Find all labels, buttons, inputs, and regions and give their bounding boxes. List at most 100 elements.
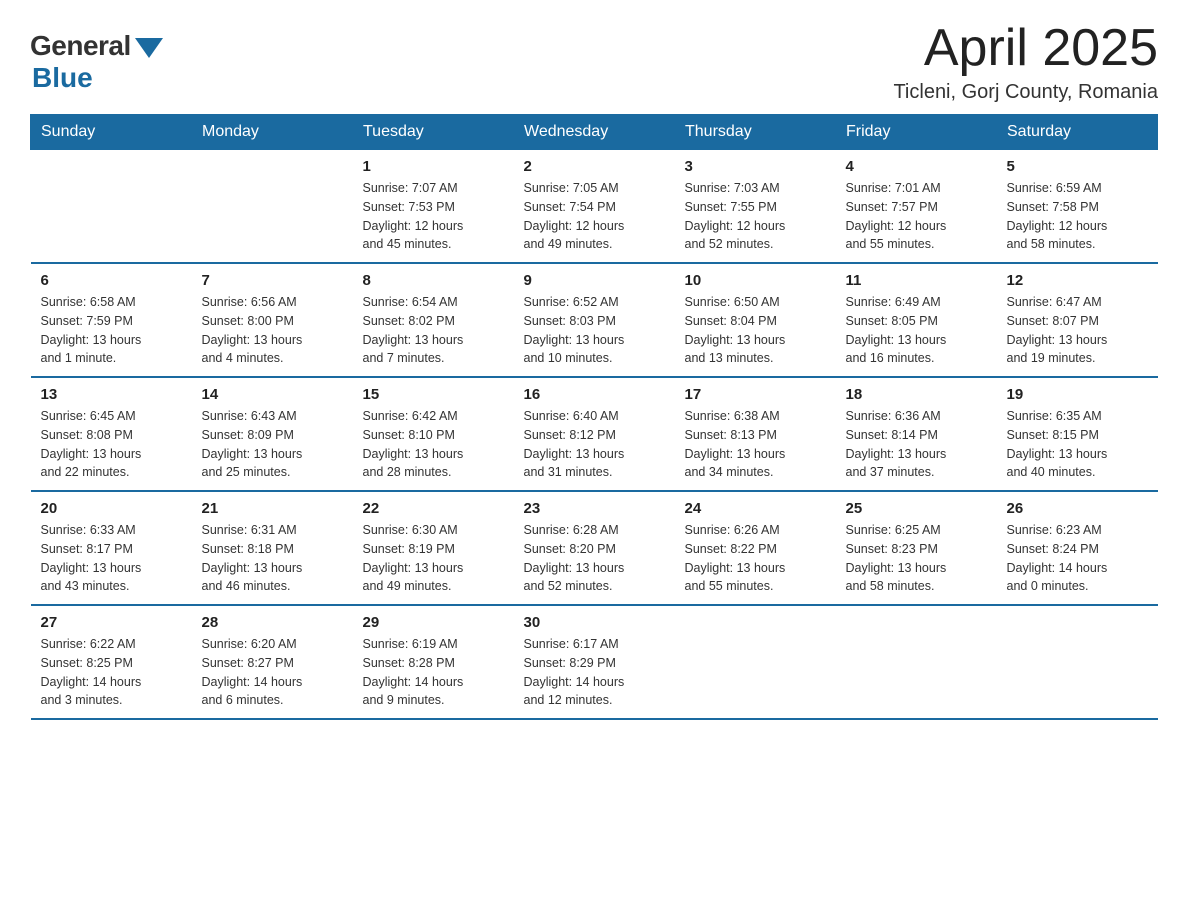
- day-info: Sunrise: 6:50 AMSunset: 8:04 PMDaylight:…: [685, 293, 826, 368]
- day-number: 17: [685, 386, 826, 403]
- week-row-2: 6 Sunrise: 6:58 AMSunset: 7:59 PMDaylight…: [31, 263, 1158, 377]
- day-info: Sunrise: 6:35 AMSunset: 8:15 PMDaylight:…: [1007, 407, 1148, 482]
- calendar-cell: 14 Sunrise: 6:43 AMSunset: 8:09 PMDayligh…: [192, 377, 353, 491]
- calendar-cell: 28 Sunrise: 6:20 AMSunset: 8:27 PMDayligh…: [192, 605, 353, 719]
- header-sunday: Sunday: [31, 115, 192, 150]
- logo: General Blue: [30, 30, 163, 94]
- calendar-cell: [192, 150, 353, 264]
- day-number: 15: [363, 386, 504, 403]
- day-info: Sunrise: 7:07 AMSunset: 7:53 PMDaylight:…: [363, 179, 504, 254]
- calendar-cell: 6 Sunrise: 6:58 AMSunset: 7:59 PMDaylight…: [31, 263, 192, 377]
- day-number: 28: [202, 614, 343, 631]
- day-info: Sunrise: 6:59 AMSunset: 7:58 PMDaylight:…: [1007, 179, 1148, 254]
- day-info: Sunrise: 6:42 AMSunset: 8:10 PMDaylight:…: [363, 407, 504, 482]
- calendar-cell: 10 Sunrise: 6:50 AMSunset: 8:04 PMDayligh…: [675, 263, 836, 377]
- calendar-cell: 8 Sunrise: 6:54 AMSunset: 8:02 PMDaylight…: [353, 263, 514, 377]
- calendar-cell: 27Sunrise: 6:22 AMSunset: 8:25 PMDayligh…: [31, 605, 192, 719]
- day-info: Sunrise: 6:33 AMSunset: 8:17 PMDaylight:…: [41, 521, 182, 596]
- day-number: 13: [41, 386, 182, 403]
- day-info: Sunrise: 6:20 AMSunset: 8:27 PMDaylight:…: [202, 635, 343, 710]
- calendar-cell: 22 Sunrise: 6:30 AMSunset: 8:19 PMDayligh…: [353, 491, 514, 605]
- day-info: Sunrise: 6:54 AMSunset: 8:02 PMDaylight:…: [363, 293, 504, 368]
- calendar-cell: 19Sunrise: 6:35 AMSunset: 8:15 PMDayligh…: [997, 377, 1158, 491]
- logo-arrow-icon: [135, 38, 163, 58]
- day-number: 24: [685, 500, 826, 517]
- day-info: Sunrise: 6:30 AMSunset: 8:19 PMDaylight:…: [363, 521, 504, 596]
- calendar-cell: [836, 605, 997, 719]
- header-friday: Friday: [836, 115, 997, 150]
- calendar-cell: 21Sunrise: 6:31 AMSunset: 8:18 PMDayligh…: [192, 491, 353, 605]
- day-number: 7: [202, 272, 343, 289]
- day-number: 10: [685, 272, 826, 289]
- day-info: Sunrise: 6:43 AMSunset: 8:09 PMDaylight:…: [202, 407, 343, 482]
- day-number: 20: [41, 500, 182, 517]
- calendar-body: 1 Sunrise: 7:07 AMSunset: 7:53 PMDaylight…: [31, 150, 1158, 720]
- day-number: 18: [846, 386, 987, 403]
- day-info: Sunrise: 6:47 AMSunset: 8:07 PMDaylight:…: [1007, 293, 1148, 368]
- day-info: Sunrise: 6:52 AMSunset: 8:03 PMDaylight:…: [524, 293, 665, 368]
- calendar-cell: 13Sunrise: 6:45 AMSunset: 8:08 PMDayligh…: [31, 377, 192, 491]
- logo-general-text: General: [30, 30, 131, 62]
- day-info: Sunrise: 6:38 AMSunset: 8:13 PMDaylight:…: [685, 407, 826, 482]
- calendar-cell: 29 Sunrise: 6:19 AMSunset: 8:28 PMDayligh…: [353, 605, 514, 719]
- day-number: 2: [524, 158, 665, 175]
- day-info: Sunrise: 6:26 AMSunset: 8:22 PMDaylight:…: [685, 521, 826, 596]
- day-number: 4: [846, 158, 987, 175]
- title-section: April 2025 Ticleni, Gorj County, Romania: [893, 20, 1158, 104]
- day-number: 14: [202, 386, 343, 403]
- day-number: 6: [41, 272, 182, 289]
- week-row-5: 27Sunrise: 6:22 AMSunset: 8:25 PMDayligh…: [31, 605, 1158, 719]
- calendar-cell: [31, 150, 192, 264]
- header-thursday: Thursday: [675, 115, 836, 150]
- calendar-cell: [675, 605, 836, 719]
- day-number: 22: [363, 500, 504, 517]
- day-number: 11: [846, 272, 987, 289]
- month-year-title: April 2025: [893, 20, 1158, 77]
- calendar-cell: 16 Sunrise: 6:40 AMSunset: 8:12 PMDayligh…: [514, 377, 675, 491]
- calendar-cell: [997, 605, 1158, 719]
- location-subtitle: Ticleni, Gorj County, Romania: [893, 81, 1158, 104]
- calendar-cell: 7Sunrise: 6:56 AMSunset: 8:00 PMDaylight…: [192, 263, 353, 377]
- day-number: 29: [363, 614, 504, 631]
- day-info: Sunrise: 6:25 AMSunset: 8:23 PMDaylight:…: [846, 521, 987, 596]
- calendar-cell: 4 Sunrise: 7:01 AMSunset: 7:57 PMDaylight…: [836, 150, 997, 264]
- logo-blue-text: Blue: [32, 62, 93, 94]
- day-number: 21: [202, 500, 343, 517]
- day-info: Sunrise: 6:36 AMSunset: 8:14 PMDaylight:…: [846, 407, 987, 482]
- day-info: Sunrise: 7:01 AMSunset: 7:57 PMDaylight:…: [846, 179, 987, 254]
- day-number: 3: [685, 158, 826, 175]
- calendar-cell: 15 Sunrise: 6:42 AMSunset: 8:10 PMDayligh…: [353, 377, 514, 491]
- day-number: 9: [524, 272, 665, 289]
- day-info: Sunrise: 6:49 AMSunset: 8:05 PMDaylight:…: [846, 293, 987, 368]
- day-info: Sunrise: 6:40 AMSunset: 8:12 PMDaylight:…: [524, 407, 665, 482]
- day-number: 26: [1007, 500, 1148, 517]
- day-info: Sunrise: 6:58 AMSunset: 7:59 PMDaylight:…: [41, 293, 182, 368]
- day-number: 12: [1007, 272, 1148, 289]
- calendar-cell: 9 Sunrise: 6:52 AMSunset: 8:03 PMDaylight…: [514, 263, 675, 377]
- calendar-cell: 26 Sunrise: 6:23 AMSunset: 8:24 PMDayligh…: [997, 491, 1158, 605]
- header-wednesday: Wednesday: [514, 115, 675, 150]
- week-row-1: 1 Sunrise: 7:07 AMSunset: 7:53 PMDaylight…: [31, 150, 1158, 264]
- day-info: Sunrise: 6:23 AMSunset: 8:24 PMDaylight:…: [1007, 521, 1148, 596]
- calendar-cell: 1 Sunrise: 7:07 AMSunset: 7:53 PMDaylight…: [353, 150, 514, 264]
- calendar-cell: 20 Sunrise: 6:33 AMSunset: 8:17 PMDayligh…: [31, 491, 192, 605]
- day-info: Sunrise: 6:19 AMSunset: 8:28 PMDaylight:…: [363, 635, 504, 710]
- day-info: Sunrise: 6:17 AMSunset: 8:29 PMDaylight:…: [524, 635, 665, 710]
- day-info: Sunrise: 6:28 AMSunset: 8:20 PMDaylight:…: [524, 521, 665, 596]
- day-number: 1: [363, 158, 504, 175]
- day-number: 16: [524, 386, 665, 403]
- calendar-cell: 17 Sunrise: 6:38 AMSunset: 8:13 PMDayligh…: [675, 377, 836, 491]
- day-info: Sunrise: 7:05 AMSunset: 7:54 PMDaylight:…: [524, 179, 665, 254]
- day-number: 8: [363, 272, 504, 289]
- calendar-cell: 25 Sunrise: 6:25 AMSunset: 8:23 PMDayligh…: [836, 491, 997, 605]
- calendar-cell: 23 Sunrise: 6:28 AMSunset: 8:20 PMDayligh…: [514, 491, 675, 605]
- header-tuesday: Tuesday: [353, 115, 514, 150]
- calendar-cell: 3Sunrise: 7:03 AMSunset: 7:55 PMDaylight…: [675, 150, 836, 264]
- header-saturday: Saturday: [997, 115, 1158, 150]
- calendar-cell: 5Sunrise: 6:59 AMSunset: 7:58 PMDaylight…: [997, 150, 1158, 264]
- day-number: 25: [846, 500, 987, 517]
- calendar-header: SundayMondayTuesdayWednesdayThursdayFrid…: [31, 115, 1158, 150]
- day-number: 23: [524, 500, 665, 517]
- calendar-cell: 2 Sunrise: 7:05 AMSunset: 7:54 PMDaylight…: [514, 150, 675, 264]
- day-number: 30: [524, 614, 665, 631]
